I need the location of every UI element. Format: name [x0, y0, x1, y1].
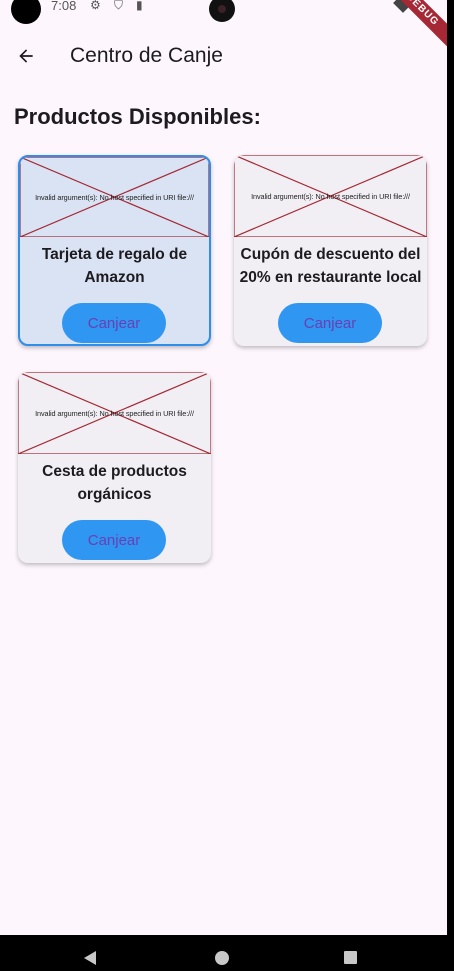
image-error-text: Invalid argument(s): No host specified i…	[35, 192, 194, 202]
screen-edge	[447, 0, 454, 971]
app-bar: Centro de Canje	[0, 30, 447, 82]
product-card-organic-basket[interactable]: Invalid argument(s): No host specified i…	[18, 372, 211, 563]
redeem-button[interactable]: Canjear	[62, 303, 166, 343]
redeem-button[interactable]: Canjear	[62, 520, 166, 560]
shield-icon: ⛉	[114, 0, 124, 12]
section-title: Productos Disponibles:	[14, 104, 261, 129]
center-camera-icon	[209, 0, 235, 22]
product-image-placeholder: Invalid argument(s): No host specified i…	[234, 155, 427, 237]
image-error-text: Invalid argument(s): No host specified i…	[251, 191, 410, 201]
arrow-left-icon	[19, 49, 33, 63]
back-button[interactable]	[6, 32, 46, 80]
page-title: Centro de Canje	[70, 44, 223, 67]
product-image-placeholder: Invalid argument(s): No host specified i…	[20, 157, 209, 237]
product-title: Tarjeta de regalo de Amazon	[41, 246, 188, 286]
product-card-coupon[interactable]: Invalid argument(s): No host specified i…	[234, 155, 427, 346]
front-camera-cutout	[11, 0, 41, 24]
image-error-text: Invalid argument(s): No host specified i…	[35, 408, 194, 418]
system-navigation-bar	[0, 935, 447, 971]
app-screen: 7:08 ⚙ ⛉ ▮ DEBUG Centro de Canje Product…	[0, 0, 447, 935]
product-title: Cesta de productos orgánicos	[42, 463, 187, 503]
nav-back-icon[interactable]	[84, 951, 96, 965]
status-time: 7:08	[51, 0, 77, 13]
redeem-button[interactable]: Canjear	[278, 303, 382, 343]
status-bar: 7:08 ⚙ ⛉ ▮ DEBUG	[0, 0, 447, 55]
sim-card-icon: ▮	[136, 0, 143, 12]
product-title: Cupón de descuento del 20% en restaurant…	[239, 246, 422, 286]
nav-home-icon[interactable]	[215, 951, 229, 965]
nav-recents-icon[interactable]	[344, 951, 357, 964]
gear-icon: ⚙	[90, 0, 101, 12]
product-card-amazon[interactable]: Invalid argument(s): No host specified i…	[18, 155, 211, 346]
product-image-placeholder: Invalid argument(s): No host specified i…	[18, 372, 211, 454]
